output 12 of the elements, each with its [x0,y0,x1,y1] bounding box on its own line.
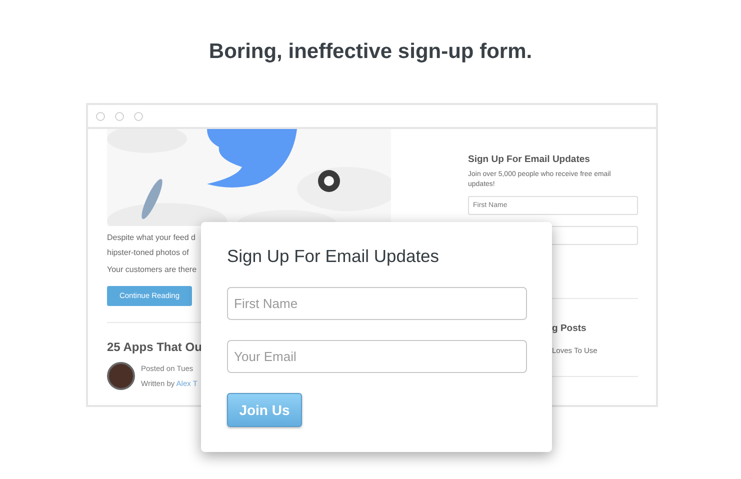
input-field[interactable]: First Name [227,287,527,320]
join-button[interactable]: Join Us [227,393,302,427]
sidebar-heading: g Posts [552,322,588,336]
article-text: Despite what your feed d [107,232,196,244]
sidebar-title: Sign Up For Email Updates [468,153,591,167]
page-heading: Boring, ineffective sign-up form. [208,39,532,65]
article-title: 25 Apps That Ou [107,339,203,356]
article-text: hipster-toned photos of [107,247,189,259]
article-text: Your customers are there [107,264,197,276]
modal-title: Sign Up For Email Updates [227,245,440,267]
input-field[interactable]: Your Email [227,340,527,373]
avatar [107,362,135,390]
